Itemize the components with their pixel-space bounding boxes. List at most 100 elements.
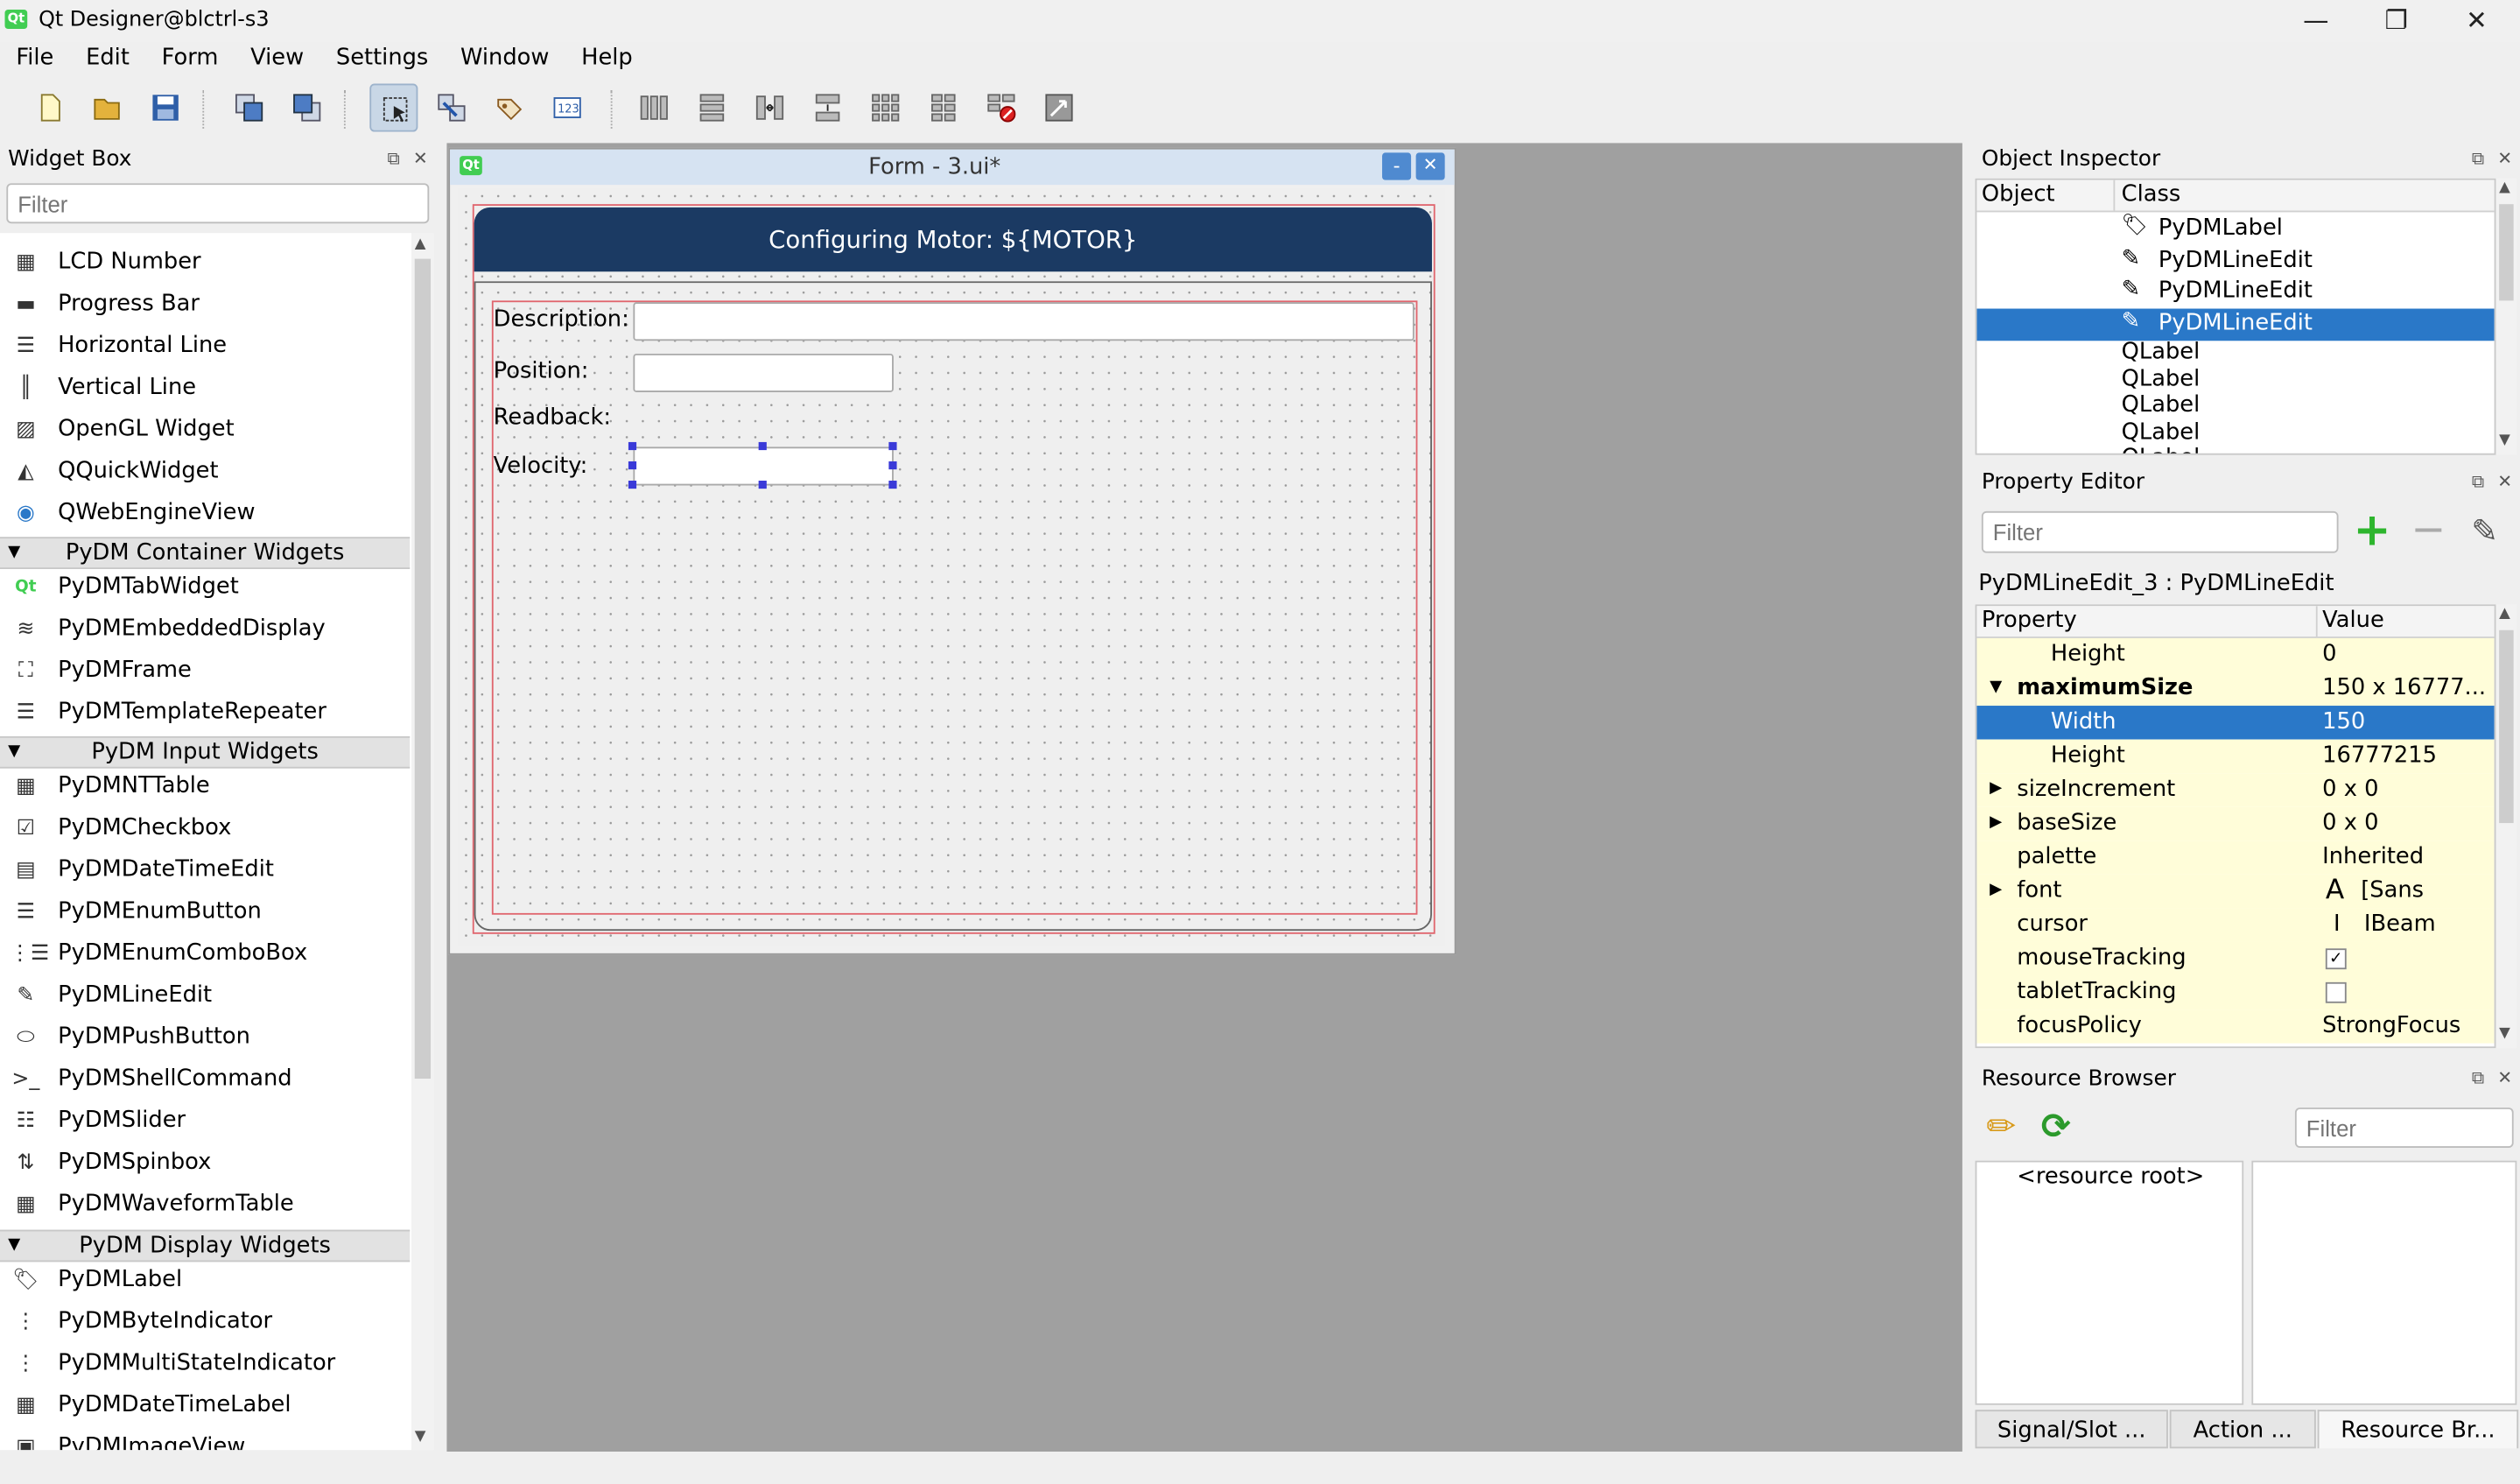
edit-buddies-button[interactable] bbox=[486, 83, 534, 131]
remove-property-button[interactable]: − bbox=[2406, 508, 2451, 552]
widget-item-pydmslider[interactable]: ☷ PyDMSlider bbox=[0, 1101, 410, 1143]
form-window[interactable]: Qt Form - 3.ui* - ✕ Configuring Motor: $… bbox=[448, 147, 1457, 955]
widget-item-opengl[interactable]: ▨ OpenGL Widget bbox=[0, 410, 410, 452]
widget-item-vertical-line[interactable]: ║ Vertical Line bbox=[0, 368, 410, 410]
resource-filter[interactable] bbox=[2294, 1108, 2514, 1148]
widget-item-pydmtabwidget[interactable]: Qt PyDMTabWidget bbox=[0, 567, 410, 609]
widget-item-pydmenumcombobox[interactable]: ⋮☰ PyDMEnumComboBox bbox=[0, 934, 410, 976]
widget-item-pydmembeddeddisplay[interactable]: ≋ PyDMEmbeddedDisplay bbox=[0, 609, 410, 651]
widget-item-pydmframe[interactable]: ⛶ PyDMFrame bbox=[0, 651, 410, 693]
widget-box-float-button[interactable]: ⧉ bbox=[388, 148, 400, 171]
category-pydm-display[interactable]: ▼ PyDM Display Widgets bbox=[0, 1229, 411, 1262]
resize-handle[interactable] bbox=[758, 480, 767, 489]
widget-box-close-button[interactable]: ✕ bbox=[413, 148, 428, 169]
tablettracking-checkbox[interactable] bbox=[2325, 981, 2347, 1002]
layout-grid-button[interactable] bbox=[861, 83, 909, 131]
resource-browser-close-button[interactable]: ✕ bbox=[2497, 1067, 2512, 1088]
column-object[interactable]: Object bbox=[1982, 181, 2055, 207]
resize-handle[interactable] bbox=[758, 441, 767, 451]
resize-handle[interactable] bbox=[628, 480, 637, 489]
widget-item-qquickwidget[interactable]: ◭ QQuickWidget bbox=[0, 452, 410, 494]
minimize-button[interactable]: — bbox=[2282, 4, 2349, 39]
category-pydm-input[interactable]: ▼ PyDM Input Widgets bbox=[0, 735, 411, 769]
reload-resources-button[interactable]: ⟳ bbox=[2041, 1108, 2083, 1150]
menu-form[interactable]: Form bbox=[145, 39, 235, 77]
form-title-bar[interactable]: Qt Form - 3.ui* - ✕ bbox=[450, 149, 1455, 186]
widget-box-filter[interactable] bbox=[6, 183, 430, 224]
layout-h-splitter-button[interactable] bbox=[746, 83, 794, 131]
object-row[interactable]: ✎ PyDMLineEdit bbox=[1976, 245, 2494, 278]
object-tree-scroll-thumb[interactable] bbox=[2499, 204, 2514, 301]
menu-help[interactable]: Help bbox=[565, 39, 649, 77]
widget-item-pydmnttable[interactable]: ▦ PyDMNTTable bbox=[0, 767, 410, 809]
widget-item-pydmenumbutton[interactable]: ☰ PyDMEnumButton bbox=[0, 892, 410, 934]
resource-root-item[interactable]: <resource root> bbox=[2017, 1164, 2204, 1189]
velocity-line-edit[interactable] bbox=[633, 447, 894, 486]
edit-widgets-button[interactable] bbox=[369, 83, 418, 132]
expand-arrow-icon[interactable]: ▼ bbox=[1990, 672, 2002, 704]
object-inspector-close-button[interactable]: ✕ bbox=[2497, 148, 2512, 169]
object-row[interactable]: ✎ PyDMLineEdit bbox=[1976, 277, 2494, 309]
widget-item-webengine[interactable]: ◉ QWebEngineView bbox=[0, 494, 410, 536]
property-editor-float-button[interactable]: ⧉ bbox=[2472, 471, 2484, 494]
resize-handle[interactable] bbox=[888, 461, 897, 470]
mousetracking-checkbox[interactable]: ✓ bbox=[2325, 947, 2347, 969]
object-row[interactable]: QLabel bbox=[1976, 446, 2494, 454]
widget-item-pydmdatetimeedit[interactable]: ▤ PyDMDateTimeEdit bbox=[0, 850, 410, 892]
resize-handle[interactable] bbox=[888, 441, 897, 451]
resource-file-list[interactable] bbox=[2251, 1160, 2517, 1405]
property-row-height[interactable]: Height 0 bbox=[1976, 637, 2495, 672]
widget-item-pydmwaveformtable[interactable]: ▦ PyDMWaveformTable bbox=[0, 1185, 410, 1227]
widget-item-pydmimageview[interactable]: ▣ PyDMImageView bbox=[0, 1427, 410, 1450]
tab-action-editor[interactable]: Action ... bbox=[2169, 1410, 2316, 1449]
tab-resource-browser[interactable]: Resource Br... bbox=[2317, 1410, 2519, 1449]
layout-vertical-button[interactable] bbox=[688, 83, 736, 131]
widget-item-pydmspinbox[interactable]: ⇅ PyDMSpinbox bbox=[0, 1143, 410, 1185]
object-tree-scrollbar[interactable]: ▲ ▼ bbox=[2495, 178, 2517, 455]
property-row-width[interactable]: Width 150 bbox=[1976, 706, 2495, 740]
object-row[interactable]: 🏷︎ PyDMLabel bbox=[1976, 214, 2494, 246]
resource-tree[interactable]: <resource root> bbox=[1975, 1160, 2244, 1405]
menu-view[interactable]: View bbox=[235, 39, 320, 77]
object-row-selected[interactable]: ✎ PyDMLineEdit bbox=[1976, 307, 2495, 341]
property-row-font[interactable]: ▶fontA[Sans Seri... bbox=[1976, 874, 2495, 936]
property-filter[interactable] bbox=[1981, 510, 2339, 553]
menu-file[interactable]: File bbox=[0, 39, 70, 77]
widget-item-pydmdatetimelabel[interactable]: ▦ PyDMDateTimeLabel bbox=[0, 1386, 410, 1428]
property-row-tablettracking[interactable]: tabletTracking bbox=[1976, 975, 2495, 1009]
widget-item-pydmlabel[interactable]: 🏷︎ PyDMLabel bbox=[0, 1261, 410, 1303]
edit-signals-slots-button[interactable] bbox=[427, 83, 475, 131]
menu-settings[interactable]: Settings bbox=[320, 39, 445, 77]
property-row-cursor[interactable]: cursor I IBeam bbox=[1976, 908, 2495, 942]
description-line-edit[interactable] bbox=[633, 302, 1414, 341]
widget-box-scrollbar[interactable]: ▲ ▼ bbox=[411, 233, 434, 1451]
widget-item-horizontal-line[interactable]: ☰ Horizontal Line bbox=[0, 327, 410, 369]
widget-box-scroll-thumb[interactable] bbox=[414, 258, 432, 1080]
widget-item-lcd-number[interactable]: ▦ LCD Number bbox=[0, 243, 410, 285]
widget-item-progress-bar[interactable]: ▬ Progress Bar bbox=[0, 285, 410, 327]
form-close-button[interactable]: ✕ bbox=[1415, 152, 1445, 180]
tab-signal-slot[interactable]: Signal/Slot ... bbox=[1975, 1410, 2168, 1449]
form-canvas[interactable]: Configuring Motor: ${MOTOR} Description:… bbox=[458, 187, 1445, 947]
bring-to-front-button[interactable] bbox=[225, 83, 273, 131]
send-to-back-button[interactable] bbox=[283, 83, 331, 131]
resource-browser-float-button[interactable]: ⧉ bbox=[2472, 1067, 2484, 1090]
new-form-button[interactable] bbox=[25, 83, 74, 131]
menu-edit[interactable]: Edit bbox=[70, 39, 146, 77]
expand-arrow-icon[interactable]: ▶ bbox=[1990, 875, 2002, 907]
layout-horizontal-button[interactable] bbox=[630, 83, 678, 131]
property-scroll-thumb[interactable] bbox=[2499, 629, 2514, 824]
property-row-basesize[interactable]: ▶ baseSize 0 x 0 bbox=[1976, 806, 2495, 840]
add-property-button[interactable]: + bbox=[2349, 507, 2394, 552]
open-form-button[interactable] bbox=[83, 83, 131, 131]
expand-arrow-icon[interactable]: ▶ bbox=[1990, 807, 2002, 840]
property-row-focuspolicy[interactable]: focusPolicy StrongFocus bbox=[1976, 1009, 2495, 1044]
configure-property-button[interactable]: ✎ bbox=[2462, 508, 2507, 552]
property-row-maximumsize[interactable]: ▼ maximumSize 150 x 16777... bbox=[1976, 672, 2495, 706]
property-editor-close-button[interactable]: ✕ bbox=[2497, 471, 2512, 492]
widget-item-pydmlineedit[interactable]: ✎ PyDMLineEdit bbox=[0, 976, 410, 1018]
property-table-scrollbar[interactable]: ▲ ▼ bbox=[2495, 604, 2517, 1049]
save-form-button[interactable] bbox=[142, 83, 190, 131]
category-pydm-container[interactable]: ▼ PyDM Container Widgets bbox=[0, 537, 411, 569]
property-row-mousetracking[interactable]: mouseTracking ✓ bbox=[1976, 941, 2495, 975]
